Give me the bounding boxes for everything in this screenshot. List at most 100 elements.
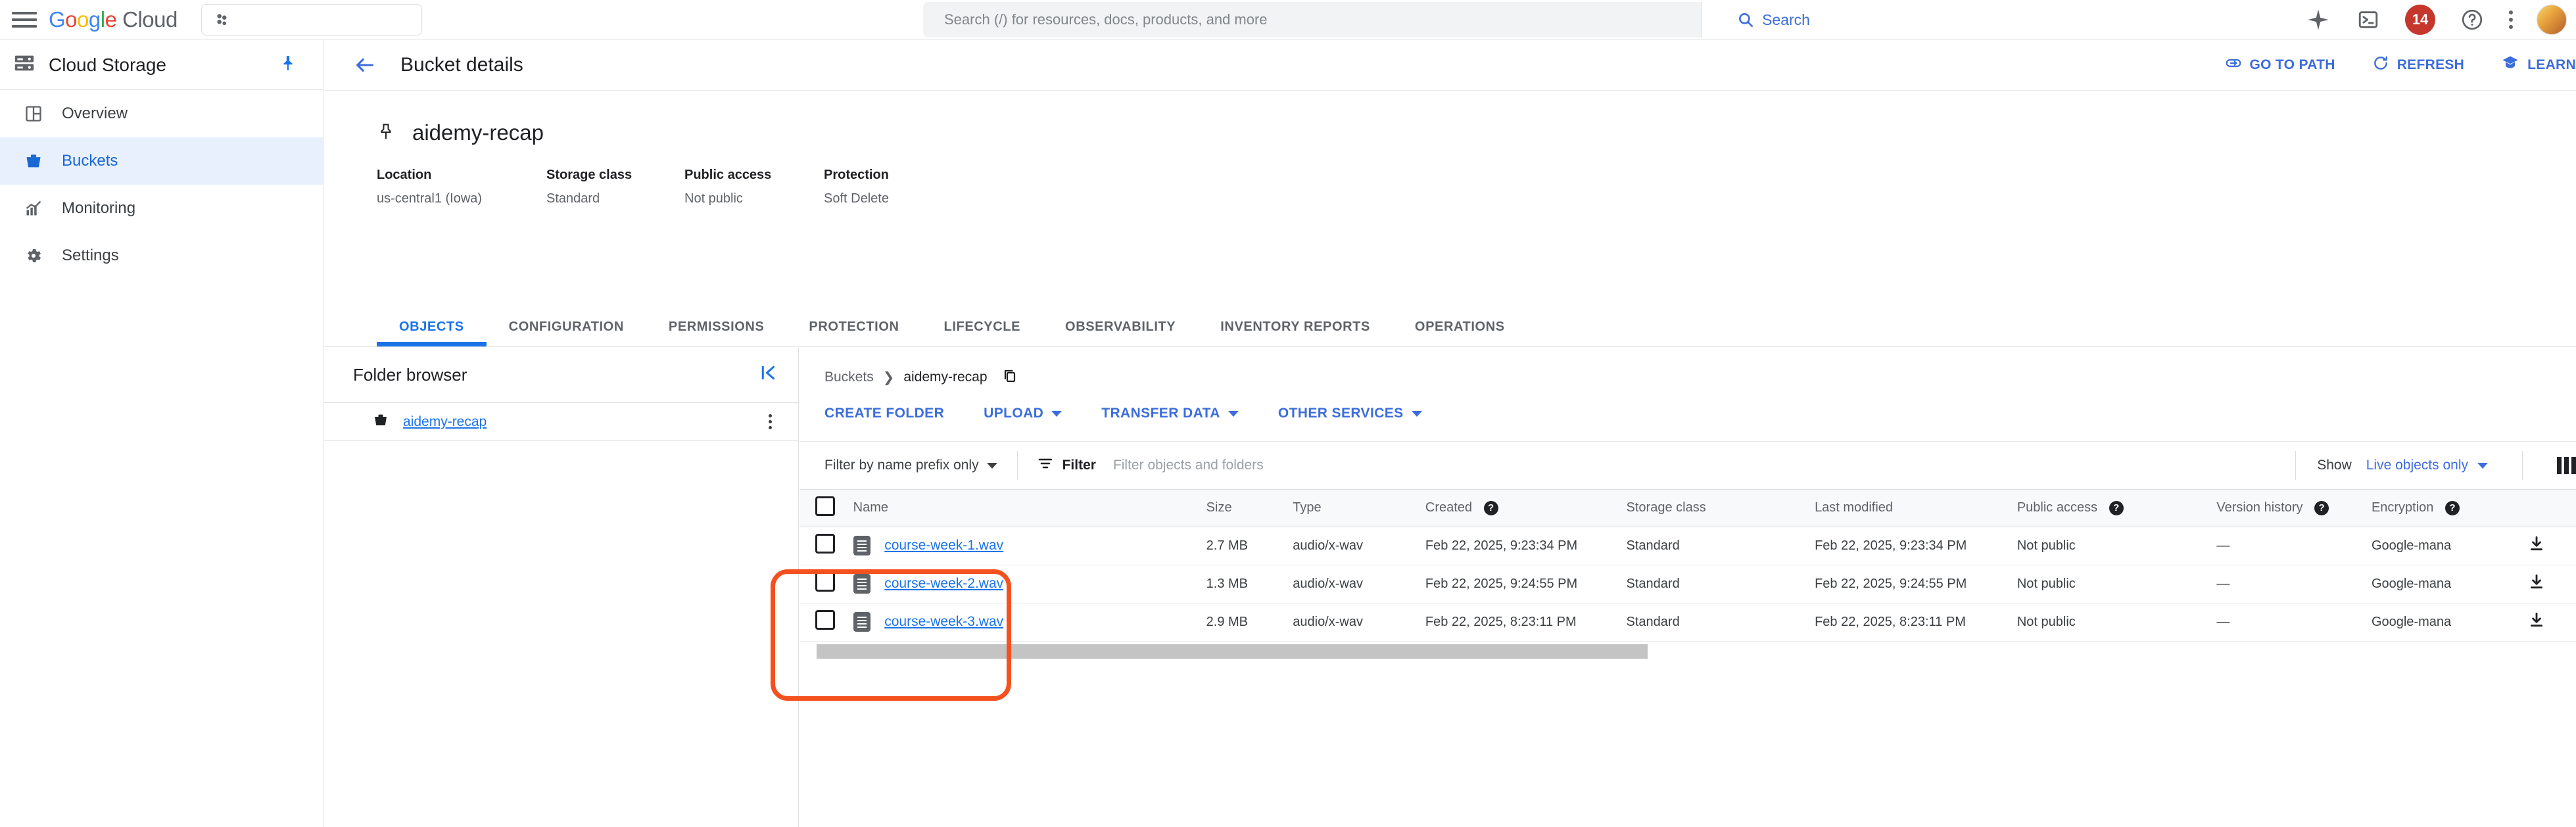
refresh-button[interactable]: REFRESH: [2372, 55, 2464, 76]
object-name-link[interactable]: course-week-1.wav: [884, 538, 1003, 553]
search-input[interactable]: [923, 11, 1702, 29]
column-display-options-icon[interactable]: [2557, 457, 2576, 474]
meta-label: Storage class: [546, 168, 632, 182]
row-checkbox[interactable]: [815, 610, 835, 630]
cell-public-access: Not public: [2016, 527, 2216, 565]
breadcrumb-buckets-link[interactable]: Buckets: [824, 369, 874, 385]
horizontal-scrollbar-thumb[interactable]: [817, 644, 1648, 659]
go-to-path-button[interactable]: GO TO PATH: [2225, 55, 2335, 76]
chevron-down-icon: [986, 462, 997, 469]
filter-prefix-mode-select[interactable]: Filter by name prefix only: [824, 458, 997, 473]
transfer-data-button[interactable]: TRANSFER DATA: [1082, 406, 1258, 421]
tab-inventory-reports[interactable]: INVENTORY REPORTS: [1198, 319, 1393, 346]
tab-observability[interactable]: OBSERVABILITY: [1043, 319, 1198, 346]
tab-objects[interactable]: OBJECTS: [377, 319, 487, 346]
create-folder-button[interactable]: CREATE FOLDER: [824, 406, 964, 421]
tab-lifecycle[interactable]: LIFECYCLE: [922, 319, 1043, 346]
column-label: Public access: [2016, 500, 2098, 515]
gear-icon: [24, 246, 43, 266]
sidebar-item-overview[interactable]: Overview: [0, 90, 323, 137]
cell-public-access: Not public: [2016, 565, 2216, 603]
dashboard-icon: [24, 104, 43, 124]
column-header-last-modified[interactable]: Last modified: [1814, 490, 2016, 527]
cell-storage-class: Standard: [1625, 603, 1815, 642]
search-button[interactable]: Search: [1702, 2, 1845, 37]
google-cloud-logo[interactable]: Google Cloud: [49, 7, 178, 32]
column-header-public-access[interactable]: Public access ?: [2016, 490, 2216, 527]
row-checkbox[interactable]: [815, 534, 835, 554]
upload-button[interactable]: UPLOAD: [964, 406, 1082, 421]
notifications-badge[interactable]: 14: [2405, 5, 2435, 35]
tab-operations[interactable]: OPERATIONS: [1393, 319, 1527, 346]
cell-download: [2527, 565, 2576, 603]
learn-label: LEARN: [2527, 57, 2576, 72]
sidebar-item-buckets[interactable]: Buckets: [0, 137, 323, 185]
breadcrumb-current: aidemy-recap: [903, 369, 988, 385]
upload-label: UPLOAD: [984, 406, 1044, 421]
column-header-size[interactable]: Size: [1205, 490, 1293, 527]
horizontal-scrollbar-track[interactable]: [799, 641, 2576, 661]
project-picker[interactable]: [201, 3, 422, 35]
tab-permissions[interactable]: PERMISSIONS: [646, 319, 787, 346]
pin-outline-icon[interactable]: [377, 122, 395, 144]
page-title: Bucket details: [400, 54, 523, 76]
collapse-panel-icon[interactable]: [759, 363, 778, 388]
tab-protection[interactable]: PROTECTION: [786, 319, 921, 346]
object-name-link[interactable]: course-week-2.wav: [884, 576, 1003, 591]
select-all-checkbox[interactable]: [815, 496, 835, 516]
cell-version-history: —: [2216, 603, 2371, 642]
folder-row-more-icon[interactable]: [769, 414, 772, 429]
learn-button[interactable]: LEARN: [2501, 54, 2576, 76]
help-icon[interactable]: [2459, 7, 2485, 33]
cell-encryption: Google-mana: [2370, 603, 2527, 642]
column-header-encryption[interactable]: Encryption ?: [2370, 490, 2527, 527]
objects-panel: Buckets ❯ aidemy-recap CREATE FOLDER UPL…: [799, 348, 2576, 827]
copy-icon[interactable]: [1002, 367, 1018, 387]
tab-configuration[interactable]: CONFIGURATION: [487, 319, 646, 346]
sidebar-item-label: Monitoring: [62, 199, 136, 217]
row-checkbox[interactable]: [815, 572, 835, 592]
table-row[interactable]: course-week-1.wav 2.7 MB audio/x-wav Feb…: [799, 527, 2576, 565]
download-icon[interactable]: [2528, 574, 2545, 594]
logo-letter: l: [100, 7, 105, 32]
column-header-version-history[interactable]: Version history ?: [2216, 490, 2371, 527]
sidebar-item-monitoring[interactable]: Monitoring: [0, 185, 323, 232]
folder-browser-root-link[interactable]: aidemy-recap: [403, 414, 487, 430]
table-row[interactable]: course-week-3.wav 2.9 MB audio/x-wav Feb…: [799, 603, 2576, 642]
search-button-label: Search: [1762, 11, 1810, 28]
gemini-sparkle-icon[interactable]: [2305, 7, 2331, 33]
cell-last-modified: Feb 22, 2025, 9:24:55 PM: [1814, 565, 2016, 603]
more-options-icon[interactable]: [2509, 11, 2513, 29]
back-arrow-icon[interactable]: [352, 52, 378, 78]
search-icon: [1739, 13, 1753, 28]
folder-browser-root-row[interactable]: aidemy-recap: [324, 403, 798, 441]
filter-button[interactable]: Filter: [1038, 456, 1096, 475]
hamburger-icon[interactable]: [12, 10, 37, 30]
other-services-button[interactable]: OTHER SERVICES: [1258, 406, 1442, 421]
global-search[interactable]: Search: [923, 2, 1845, 37]
object-name-link[interactable]: course-week-3.wav: [884, 614, 1003, 629]
column-label: Version history: [2216, 500, 2303, 515]
download-icon[interactable]: [2528, 536, 2545, 555]
help-icon[interactable]: ?: [1483, 500, 1498, 515]
show-value-select[interactable]: Live objects only: [2366, 458, 2488, 473]
column-header-type[interactable]: Type: [1292, 490, 1425, 527]
download-icon[interactable]: [2528, 612, 2545, 632]
help-icon[interactable]: ?: [2109, 500, 2124, 515]
table-row[interactable]: course-week-2.wav 1.3 MB audio/x-wav Feb…: [799, 565, 2576, 603]
sidebar-item-settings[interactable]: Settings: [0, 232, 323, 279]
column-label: Name: [853, 500, 889, 515]
cloud-shell-icon[interactable]: [2355, 7, 2381, 33]
help-icon[interactable]: ?: [2314, 500, 2329, 515]
column-header-storage-class[interactable]: Storage class: [1625, 490, 1815, 527]
column-label: Size: [1206, 500, 1232, 515]
column-header-name[interactable]: Name: [852, 490, 1206, 527]
page-header: Bucket details GO TO PATH REFRESH LEARN: [324, 40, 2576, 91]
avatar[interactable]: [2537, 5, 2567, 35]
logo-letter: G: [49, 7, 66, 32]
meta-label: Location: [377, 168, 432, 182]
column-header-created[interactable]: Created ?: [1424, 490, 1626, 527]
filter-input[interactable]: [1111, 457, 1441, 474]
help-icon[interactable]: ?: [2445, 500, 2460, 515]
pin-icon[interactable]: [279, 55, 297, 75]
